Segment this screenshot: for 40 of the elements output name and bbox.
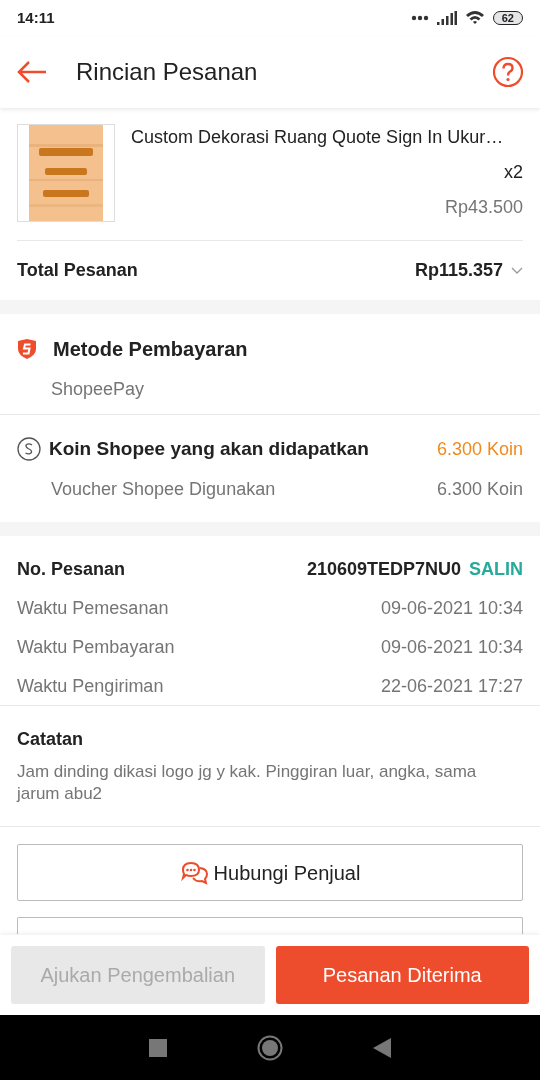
coin-icon <box>17 437 41 462</box>
coins-title: Koin Shopee yang akan didapatkan <box>49 437 370 461</box>
product-price: Rp43.500 <box>443 196 523 219</box>
recents-icon[interactable] <box>149 1038 167 1057</box>
contact-seller-button[interactable]: Hubungi Penjual <box>17 844 523 901</box>
detail-label: Waktu Pengiriman <box>17 675 164 698</box>
payment-method: ShopeePay <box>51 378 146 401</box>
detail-value: 09-06-2021 10:34 <box>380 597 523 620</box>
signal-icon <box>436 11 457 25</box>
action-button[interactable]: Pesanan Diterima <box>275 946 529 1004</box>
voucher-amount: 6.300 Koin <box>436 477 523 501</box>
status-time: 14:11 <box>17 7 55 28</box>
help-icon[interactable] <box>492 56 524 88</box>
order-number-label: No. Pesanan <box>17 558 126 581</box>
page-title: Rincian Pesanan <box>76 57 259 87</box>
notes-text: Jam dinding dikasi logo jg y kak. Pinggiran luar, angka, sama jarum abu2 <box>17 761 478 806</box>
voucher-label: Voucher Shopee Digunakan <box>51 477 276 501</box>
battery-indicator: 62 <box>492 11 523 25</box>
chat-bubbles-icon <box>179 859 210 886</box>
detail-label: Waktu Pembayaran <box>17 636 175 659</box>
coins-amount: 6.300 Koin <box>436 437 523 461</box>
chevron-down-icon[interactable] <box>511 266 523 275</box>
order-number: 210609TEDP7NU0 <box>306 558 461 581</box>
dots-icon <box>410 15 429 21</box>
payment-title: Metode Pembayaran <box>53 337 248 362</box>
back-icon[interactable] <box>373 1037 391 1058</box>
total-value: Rp115.357 <box>414 259 503 282</box>
product-quantity: x2 <box>503 161 523 184</box>
product-name: Custom Dekorasi Ruang Quote Sign In Ukur… <box>131 126 505 149</box>
shield-icon <box>17 339 37 359</box>
wifi-icon <box>464 10 485 26</box>
back-arrow-icon[interactable] <box>16 60 48 84</box>
total-label: Total Pesanan <box>17 259 138 282</box>
detail-value: 22-06-2021 17:27 <box>380 675 523 698</box>
home-icon[interactable] <box>257 1034 283 1061</box>
notes-title: Catatan <box>17 728 84 751</box>
detail-label: Waktu Pemesanan <box>17 597 169 620</box>
outlined-button[interactable] <box>17 917 523 934</box>
detail-value: 09-06-2021 10:34 <box>380 636 523 659</box>
copy-link[interactable]: SALIN <box>469 556 523 583</box>
